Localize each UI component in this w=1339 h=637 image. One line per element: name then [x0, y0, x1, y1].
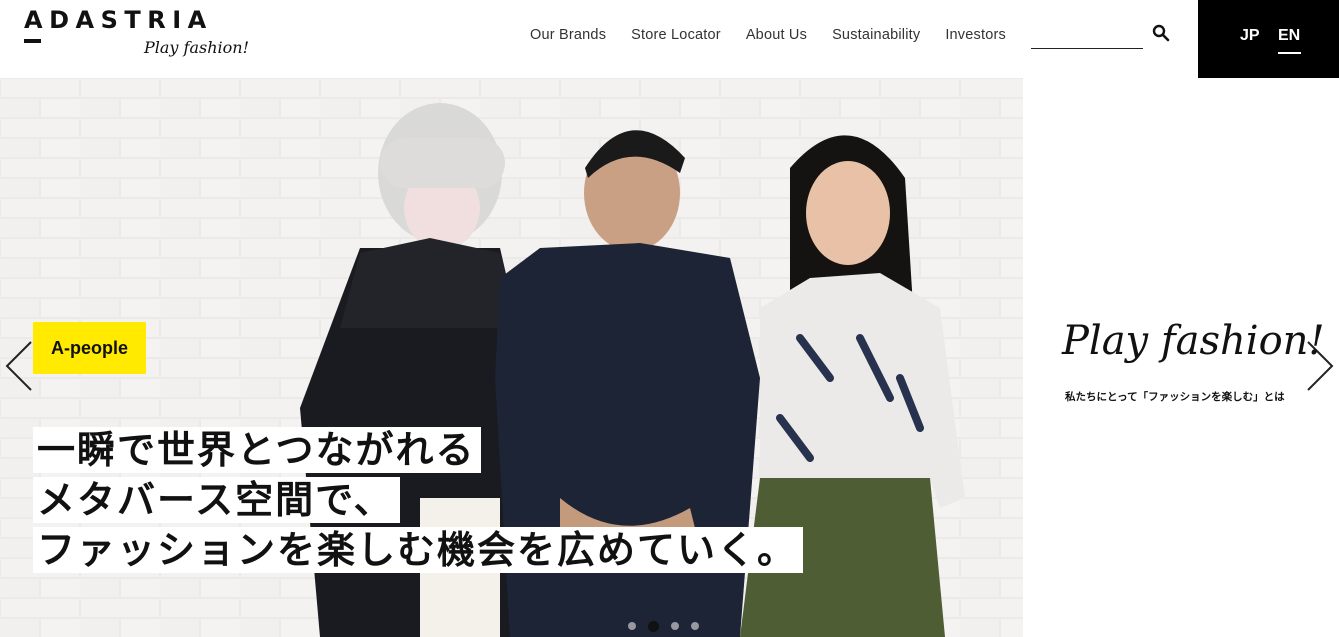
active-lang-underline — [1278, 52, 1301, 54]
a-people-tag[interactable]: A-people — [33, 322, 146, 374]
play-fashion-subtitle[interactable]: 私たちにとって「ファッションを楽しむ」とは — [1065, 389, 1285, 404]
nav-our-brands[interactable]: Our Brands — [530, 27, 606, 43]
search-icon[interactable] — [1152, 24, 1170, 42]
carousel-dot[interactable] — [628, 622, 636, 630]
nav-sustainability[interactable]: Sustainability — [832, 27, 920, 43]
chevron-left-icon[interactable] — [4, 340, 34, 392]
hero-headline: 一瞬で世界とつながれる メタバース空間で、 ファッションを楽しむ機会を広めていく… — [33, 427, 804, 577]
carousel-dot[interactable] — [671, 622, 679, 630]
logo-wordmark: ADASTRIA — [24, 6, 213, 34]
logo-tagline: Play fashion! — [144, 38, 250, 57]
headline-line-2: メタバース空間で、 — [33, 477, 400, 523]
carousel-dots — [628, 620, 699, 632]
language-switcher: JP EN — [1198, 0, 1339, 78]
lang-jp[interactable]: JP — [1240, 27, 1260, 45]
nav-investors[interactable]: Investors — [945, 27, 1006, 43]
nav-store-locator[interactable]: Store Locator — [631, 27, 721, 43]
headline-line-1: 一瞬で世界とつながれる — [33, 427, 482, 473]
headline-line-3: ファッションを楽しむ機会を広めていく。 — [33, 527, 804, 573]
site-header: ADASTRIA Play fashion! Our Brands Store … — [0, 0, 1339, 78]
search-input[interactable] — [1031, 48, 1143, 49]
nav-about-us[interactable]: About Us — [746, 27, 807, 43]
carousel-dot-active[interactable] — [648, 620, 659, 632]
logo-bar — [24, 39, 41, 43]
adastria-logo[interactable]: ADASTRIA Play fashion! — [24, 6, 254, 70]
hero-slide[interactable]: A-people 一瞬で世界とつながれる メタバース空間で、 ファッションを楽し… — [0, 78, 1023, 637]
play-fashion-title[interactable]: Play fashion! — [1062, 318, 1325, 364]
lang-en[interactable]: EN — [1278, 27, 1300, 45]
main-nav: Our Brands Store Locator About Us Sustai… — [530, 27, 1031, 43]
carousel-dot[interactable] — [691, 622, 699, 630]
